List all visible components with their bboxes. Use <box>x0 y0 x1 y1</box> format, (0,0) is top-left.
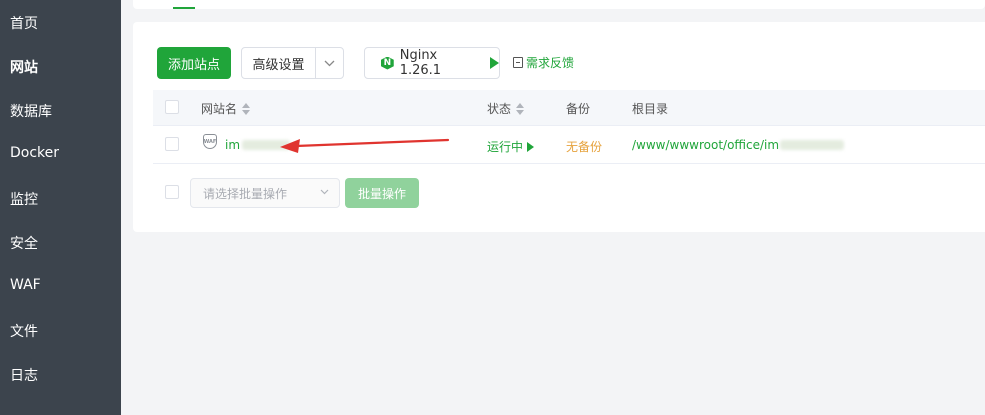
chevron-down-icon <box>320 189 329 195</box>
nginx-version-label: Nginx 1.26.1 <box>399 48 442 78</box>
feedback-label: 需求反馈 <box>526 56 575 70</box>
sidebar-item-logs[interactable]: 日志 <box>10 365 38 385</box>
waf-shield-icon: WAF <box>203 134 217 149</box>
backup-link[interactable]: 无备份 <box>566 138 602 155</box>
sidebar-item-database[interactable]: 数据库 <box>10 101 52 121</box>
batch-operation-select[interactable]: 请选择批量操作 <box>190 178 340 208</box>
nginx-logo-icon: N <box>381 56 394 70</box>
sort-icon <box>516 102 525 115</box>
tab-strip <box>133 0 985 9</box>
batch-placeholder: 请选择批量操作 <box>203 186 288 201</box>
nginx-service-button[interactable]: N Nginx 1.26.1 <box>364 47 500 79</box>
batch-select-checkbox[interactable] <box>165 185 179 199</box>
play-icon <box>527 141 535 152</box>
play-icon <box>490 57 499 69</box>
column-header-backup: 备份 <box>566 102 591 116</box>
sidebar-item-security[interactable]: 安全 <box>10 233 38 253</box>
advanced-settings-dropdown: 高级设置 <box>241 47 344 79</box>
column-header-root-dir: 根目录 <box>632 102 669 116</box>
redacted-text <box>780 140 845 150</box>
row-checkbox[interactable] <box>165 137 179 151</box>
site-name-text: im <box>225 138 241 152</box>
sort-icon <box>242 102 251 115</box>
column-header-status[interactable]: 状态 <box>487 100 525 117</box>
sidebar: 首页 网站 数据库 Docker 监控 安全 WAF 文件 日志 <box>0 0 121 415</box>
add-site-button[interactable]: 添加站点 <box>157 47 231 79</box>
sidebar-item-files[interactable]: 文件 <box>10 321 38 341</box>
advanced-settings-caret[interactable] <box>316 48 343 78</box>
sidebar-item-waf[interactable]: WAF <box>10 277 41 293</box>
status-toggle[interactable]: 运行中 <box>487 138 535 155</box>
sidebar-item-website[interactable]: 网站 <box>10 57 38 77</box>
root-dir-text: /www/wwwroot/office/im <box>632 138 780 152</box>
annotation-arrow-icon <box>280 138 450 153</box>
root-dir-link[interactable]: /www/wwwroot/office/im <box>632 138 845 152</box>
column-label: 状态 <box>487 102 512 116</box>
column-header-site-name[interactable]: 网站名 <box>201 100 251 117</box>
feedback-link[interactable]: 需求反馈 <box>513 54 574 71</box>
table-header: 网站名 状态 备份 根目录 <box>153 90 985 126</box>
select-all-checkbox[interactable] <box>165 100 179 114</box>
feedback-icon <box>513 57 523 68</box>
batch-operation-button[interactable]: 批量操作 <box>345 178 419 208</box>
site-list-card: 添加站点 高级设置 N Nginx 1.26.1 需求反馈 网站名 状态 备份 … <box>133 22 985 232</box>
sidebar-item-home[interactable]: 首页 <box>10 13 38 33</box>
chevron-down-icon <box>324 60 335 66</box>
status-text: 运行中 <box>487 140 524 154</box>
column-label: 网站名 <box>201 102 238 116</box>
advanced-settings-button[interactable]: 高级设置 <box>242 48 316 78</box>
active-tab-indicator <box>173 7 195 9</box>
sidebar-item-monitor[interactable]: 监控 <box>10 189 38 209</box>
sidebar-item-docker[interactable]: Docker <box>10 145 59 161</box>
